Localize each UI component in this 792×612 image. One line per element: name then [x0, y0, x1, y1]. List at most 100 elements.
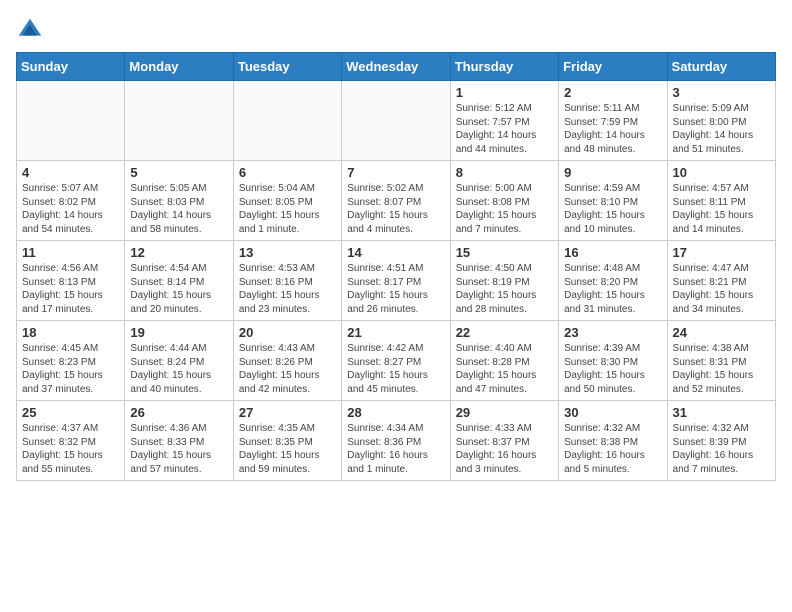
calendar-table: SundayMondayTuesdayWednesdayThursdayFrid…: [16, 52, 776, 481]
calendar-day-cell: 30Sunrise: 4:32 AM Sunset: 8:38 PM Dayli…: [559, 401, 667, 481]
day-info: Sunrise: 5:11 AM Sunset: 7:59 PM Dayligh…: [564, 102, 661, 156]
day-number: 15: [456, 245, 553, 260]
day-info: Sunrise: 4:38 AM Sunset: 8:31 PM Dayligh…: [673, 342, 770, 396]
calendar-day-cell: 4 Sunrise: 5:07 AM Sunset: 8:02 PM Daylig…: [17, 161, 125, 241]
calendar-day-cell: 10 Sunrise: 4:57 AM Sunset: 8:11 PM Dayli…: [667, 161, 775, 241]
day-info: Sunrise: 4:54 AM Sunset: 8:14 PM Dayligh…: [130, 262, 227, 316]
calendar-day-cell: [17, 81, 125, 161]
day-info: Sunrise: 5:12 AM Sunset: 7:57 PM Dayligh…: [456, 102, 553, 156]
calendar-day-cell: 26 Sunrise: 4:36 AM Sunset: 8:33 PM Dayli…: [125, 401, 233, 481]
calendar-day-cell: 9Sunrise: 4:59 AM Sunset: 8:10 PM Daylig…: [559, 161, 667, 241]
day-number: 3: [673, 85, 770, 100]
day-info: Sunrise: 5:07 AM Sunset: 8:02 PM Dayligh…: [22, 182, 119, 236]
calendar-day-cell: 29 Sunrise: 4:33 AM Sunset: 8:37 PM Dayli…: [450, 401, 558, 481]
page-header: [16, 16, 776, 44]
calendar-day-cell: 15 Sunrise: 4:50 AM Sunset: 8:19 PM Dayli…: [450, 241, 558, 321]
calendar-day-cell: 11 Sunrise: 4:56 AM Sunset: 8:13 PM Dayli…: [17, 241, 125, 321]
calendar-day-cell: 22 Sunrise: 4:40 AM Sunset: 8:28 PM Dayli…: [450, 321, 558, 401]
calendar-day-cell: 20Sunrise: 4:43 AM Sunset: 8:26 PM Dayli…: [233, 321, 341, 401]
calendar-week-row: 11 Sunrise: 4:56 AM Sunset: 8:13 PM Dayli…: [17, 241, 776, 321]
calendar-day-cell: 6 Sunrise: 5:04 AM Sunset: 8:05 PM Daylig…: [233, 161, 341, 241]
day-number: 20: [239, 325, 336, 340]
calendar-day-cell: 24Sunrise: 4:38 AM Sunset: 8:31 PM Dayli…: [667, 321, 775, 401]
day-info: Sunrise: 4:36 AM Sunset: 8:33 PM Dayligh…: [130, 422, 227, 476]
day-number: 10: [673, 165, 770, 180]
day-info: Sunrise: 4:34 AM Sunset: 8:36 PM Dayligh…: [347, 422, 444, 476]
day-number: 25: [22, 405, 119, 420]
logo: [16, 16, 46, 44]
day-of-week-header: Monday: [125, 53, 233, 81]
calendar-day-cell: 23 Sunrise: 4:39 AM Sunset: 8:30 PM Dayli…: [559, 321, 667, 401]
calendar-day-cell: 25 Sunrise: 4:37 AM Sunset: 8:32 PM Dayli…: [17, 401, 125, 481]
day-number: 18: [22, 325, 119, 340]
day-info: Sunrise: 4:39 AM Sunset: 8:30 PM Dayligh…: [564, 342, 661, 396]
day-info: Sunrise: 4:47 AM Sunset: 8:21 PM Dayligh…: [673, 262, 770, 316]
day-info: Sunrise: 4:40 AM Sunset: 8:28 PM Dayligh…: [456, 342, 553, 396]
calendar-day-cell: 27Sunrise: 4:35 AM Sunset: 8:35 PM Dayli…: [233, 401, 341, 481]
calendar-day-cell: 16 Sunrise: 4:48 AM Sunset: 8:20 PM Dayli…: [559, 241, 667, 321]
day-info: Sunrise: 4:45 AM Sunset: 8:23 PM Dayligh…: [22, 342, 119, 396]
day-of-week-header: Saturday: [667, 53, 775, 81]
calendar-day-cell: 17 Sunrise: 4:47 AM Sunset: 8:21 PM Dayli…: [667, 241, 775, 321]
calendar-week-row: 25 Sunrise: 4:37 AM Sunset: 8:32 PM Dayli…: [17, 401, 776, 481]
calendar-day-cell: 7 Sunrise: 5:02 AM Sunset: 8:07 PM Daylig…: [342, 161, 450, 241]
day-number: 28: [347, 405, 444, 420]
day-number: 13: [239, 245, 336, 260]
day-number: 6: [239, 165, 336, 180]
calendar-day-cell: 1 Sunrise: 5:12 AM Sunset: 7:57 PM Daylig…: [450, 81, 558, 161]
calendar-day-cell: 19Sunrise: 4:44 AM Sunset: 8:24 PM Dayli…: [125, 321, 233, 401]
day-info: Sunrise: 4:44 AM Sunset: 8:24 PM Dayligh…: [130, 342, 227, 396]
day-of-week-header: Thursday: [450, 53, 558, 81]
day-number: 31: [673, 405, 770, 420]
day-info: Sunrise: 4:53 AM Sunset: 8:16 PM Dayligh…: [239, 262, 336, 316]
day-number: 7: [347, 165, 444, 180]
day-info: Sunrise: 4:32 AM Sunset: 8:39 PM Dayligh…: [673, 422, 770, 476]
day-number: 16: [564, 245, 661, 260]
day-number: 22: [456, 325, 553, 340]
day-info: Sunrise: 4:57 AM Sunset: 8:11 PM Dayligh…: [673, 182, 770, 236]
day-number: 26: [130, 405, 227, 420]
day-number: 5: [130, 165, 227, 180]
day-number: 4: [22, 165, 119, 180]
day-info: Sunrise: 4:37 AM Sunset: 8:32 PM Dayligh…: [22, 422, 119, 476]
day-info: Sunrise: 4:33 AM Sunset: 8:37 PM Dayligh…: [456, 422, 553, 476]
calendar-week-row: 4 Sunrise: 5:07 AM Sunset: 8:02 PM Daylig…: [17, 161, 776, 241]
day-info: Sunrise: 5:05 AM Sunset: 8:03 PM Dayligh…: [130, 182, 227, 236]
calendar-day-cell: 2 Sunrise: 5:11 AM Sunset: 7:59 PM Daylig…: [559, 81, 667, 161]
day-of-week-header: Friday: [559, 53, 667, 81]
day-info: Sunrise: 4:56 AM Sunset: 8:13 PM Dayligh…: [22, 262, 119, 316]
day-info: Sunrise: 5:04 AM Sunset: 8:05 PM Dayligh…: [239, 182, 336, 236]
calendar-day-cell: [233, 81, 341, 161]
day-info: Sunrise: 4:51 AM Sunset: 8:17 PM Dayligh…: [347, 262, 444, 316]
day-info: Sunrise: 4:59 AM Sunset: 8:10 PM Dayligh…: [564, 182, 661, 236]
day-info: Sunrise: 5:02 AM Sunset: 8:07 PM Dayligh…: [347, 182, 444, 236]
calendar-day-cell: 14 Sunrise: 4:51 AM Sunset: 8:17 PM Dayli…: [342, 241, 450, 321]
day-number: 29: [456, 405, 553, 420]
day-number: 21: [347, 325, 444, 340]
calendar-week-row: 1 Sunrise: 5:12 AM Sunset: 7:57 PM Daylig…: [17, 81, 776, 161]
day-number: 8: [456, 165, 553, 180]
day-number: 1: [456, 85, 553, 100]
day-info: Sunrise: 5:00 AM Sunset: 8:08 PM Dayligh…: [456, 182, 553, 236]
calendar-week-row: 18 Sunrise: 4:45 AM Sunset: 8:23 PM Dayli…: [17, 321, 776, 401]
calendar-day-cell: 13 Sunrise: 4:53 AM Sunset: 8:16 PM Dayli…: [233, 241, 341, 321]
day-info: Sunrise: 4:50 AM Sunset: 8:19 PM Dayligh…: [456, 262, 553, 316]
calendar-day-cell: 31 Sunrise: 4:32 AM Sunset: 8:39 PM Dayli…: [667, 401, 775, 481]
day-number: 2: [564, 85, 661, 100]
day-number: 12: [130, 245, 227, 260]
day-number: 23: [564, 325, 661, 340]
calendar-day-cell: 5 Sunrise: 5:05 AM Sunset: 8:03 PM Daylig…: [125, 161, 233, 241]
day-of-week-header: Tuesday: [233, 53, 341, 81]
day-number: 11: [22, 245, 119, 260]
day-number: 17: [673, 245, 770, 260]
calendar-day-cell: 28 Sunrise: 4:34 AM Sunset: 8:36 PM Dayli…: [342, 401, 450, 481]
day-info: Sunrise: 4:42 AM Sunset: 8:27 PM Dayligh…: [347, 342, 444, 396]
calendar-day-cell: 18 Sunrise: 4:45 AM Sunset: 8:23 PM Dayli…: [17, 321, 125, 401]
calendar-day-cell: 8 Sunrise: 5:00 AM Sunset: 8:08 PM Daylig…: [450, 161, 558, 241]
calendar-header-row: SundayMondayTuesdayWednesdayThursdayFrid…: [17, 53, 776, 81]
calendar-day-cell: 21 Sunrise: 4:42 AM Sunset: 8:27 PM Dayli…: [342, 321, 450, 401]
calendar-day-cell: 12 Sunrise: 4:54 AM Sunset: 8:14 PM Dayli…: [125, 241, 233, 321]
day-number: 30: [564, 405, 661, 420]
day-info: Sunrise: 4:48 AM Sunset: 8:20 PM Dayligh…: [564, 262, 661, 316]
day-number: 14: [347, 245, 444, 260]
